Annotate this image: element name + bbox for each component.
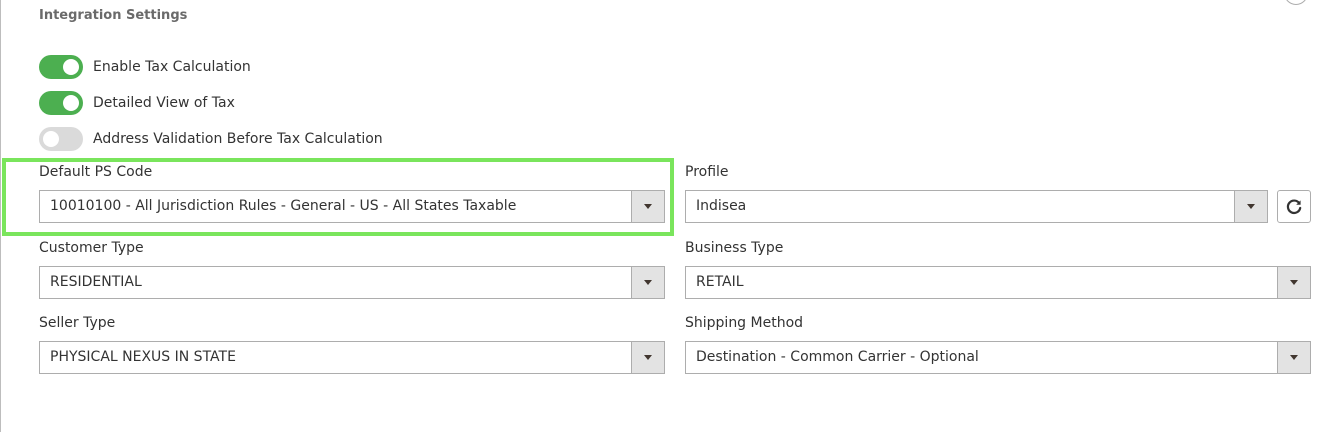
dropdown-button[interactable] <box>1234 191 1267 222</box>
shipping-method-label: Shipping Method <box>685 315 804 331</box>
dropdown-button[interactable] <box>631 267 664 298</box>
chevron-down-icon <box>644 355 652 360</box>
refresh-icon <box>1286 198 1302 214</box>
collapse-icon[interactable] <box>1284 0 1308 5</box>
chevron-down-icon <box>644 280 652 285</box>
toggle-label: Detailed View of Tax <box>93 95 235 111</box>
shipping-method-select[interactable]: Destination - Common Carrier - Optional <box>685 341 1311 374</box>
toggle-row-address-validation: Address Validation Before Tax Calculatio… <box>39 127 383 151</box>
default-ps-code-select[interactable]: 10010100 - All Jurisdiction Rules - Gene… <box>39 190 665 223</box>
toggle-row-detailed-view: Detailed View of Tax <box>39 91 235 115</box>
seller-type-label: Seller Type <box>39 315 116 331</box>
detailed-view-toggle[interactable] <box>39 91 83 115</box>
customer-type-label: Customer Type <box>39 240 144 256</box>
select-value: PHYSICAL NEXUS IN STATE <box>50 349 236 365</box>
customer-type-select[interactable]: RESIDENTIAL <box>39 266 665 299</box>
select-value: 10010100 - All Jurisdiction Rules - Gene… <box>50 198 517 214</box>
chevron-down-icon <box>1290 355 1298 360</box>
toggle-label: Address Validation Before Tax Calculatio… <box>93 131 383 147</box>
profile-select[interactable]: Indisea <box>685 190 1268 223</box>
toggle-knob <box>63 95 79 111</box>
default-ps-code-label: Default PS Code <box>39 164 153 180</box>
section-title: Integration Settings <box>39 8 188 23</box>
dropdown-button[interactable] <box>1277 342 1310 373</box>
seller-type-select[interactable]: PHYSICAL NEXUS IN STATE <box>39 341 665 374</box>
enable-tax-toggle[interactable] <box>39 55 83 79</box>
refresh-profile-button[interactable] <box>1277 190 1311 223</box>
chevron-down-icon <box>644 204 652 209</box>
toggle-label: Enable Tax Calculation <box>93 59 251 75</box>
select-value: Indisea <box>696 198 747 214</box>
dropdown-button[interactable] <box>631 342 664 373</box>
select-value: RETAIL <box>696 274 744 290</box>
select-value: RESIDENTIAL <box>50 274 142 290</box>
toggle-knob <box>43 131 59 147</box>
chevron-down-icon <box>1290 280 1298 285</box>
dropdown-button[interactable] <box>1277 267 1310 298</box>
business-type-select[interactable]: RETAIL <box>685 266 1311 299</box>
toggle-row-enable-tax: Enable Tax Calculation <box>39 55 251 79</box>
business-type-label: Business Type <box>685 240 784 256</box>
address-validation-toggle[interactable] <box>39 127 83 151</box>
chevron-down-icon <box>1247 204 1255 209</box>
select-value: Destination - Common Carrier - Optional <box>696 349 979 365</box>
left-border <box>0 0 1 432</box>
dropdown-button[interactable] <box>631 191 664 222</box>
profile-label: Profile <box>685 164 729 180</box>
toggle-knob <box>63 59 79 75</box>
